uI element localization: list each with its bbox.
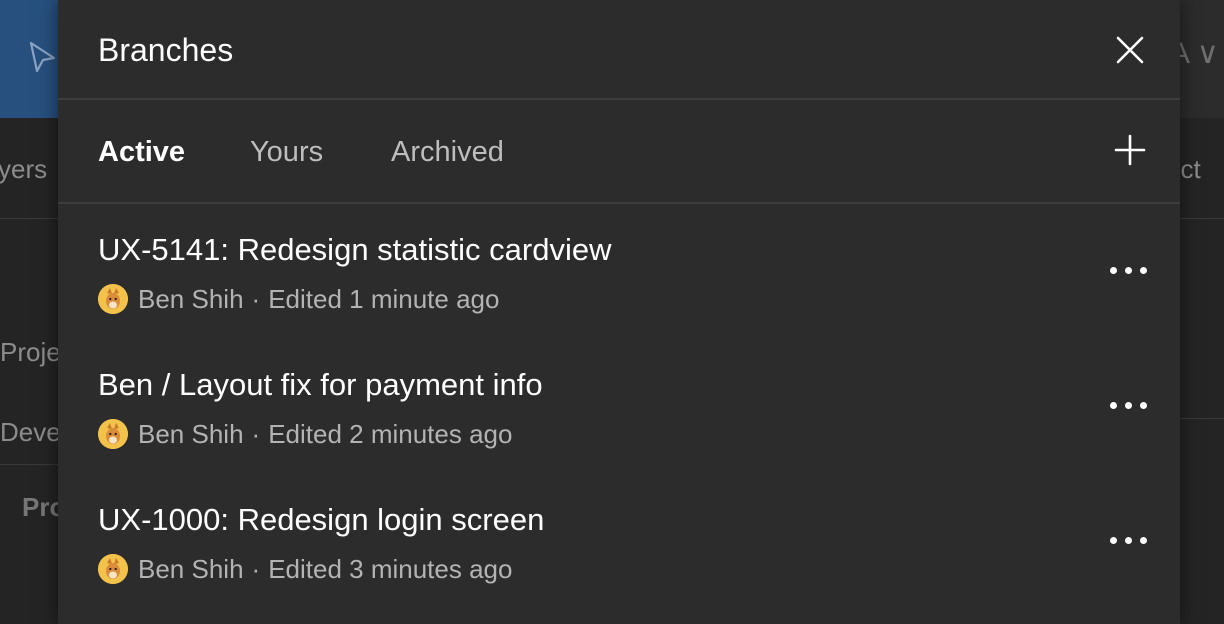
branch-title: UX-5141: Redesign statistic cardview [98, 232, 612, 267]
branches-modal: Branches Active Yours Archived UX-5141: … [58, 0, 1180, 624]
branch-item[interactable]: UX-1000: Redesign login screen Ben Shih … [58, 474, 1180, 609]
dog-avatar-icon [98, 419, 128, 449]
avatar [98, 284, 128, 314]
branch-title: Ben / Layout fix for payment info [98, 367, 543, 402]
tab-yours[interactable]: Yours [250, 134, 323, 170]
move-tool-button[interactable] [0, 0, 58, 118]
close-icon [1116, 36, 1144, 64]
meta-separator: · [251, 554, 261, 584]
dev-label: Deve [0, 417, 61, 447]
cursor-icon [29, 41, 56, 73]
branch-more-button[interactable] [1106, 526, 1152, 556]
branch-title: UX-1000: Redesign login screen [98, 502, 545, 537]
branch-more-button[interactable] [1106, 391, 1152, 421]
branch-edited-time: Edited 2 minutes ago [268, 419, 513, 449]
dog-avatar-icon [98, 284, 128, 314]
branch-meta: Ben Shih · Edited 3 minutes ago [98, 552, 512, 586]
panel-divider [1180, 418, 1224, 419]
add-branch-button[interactable] [1110, 130, 1150, 170]
branch-meta: Ben Shih · Edited 1 minute ago [98, 282, 499, 316]
dog-avatar-icon [98, 554, 128, 584]
branch-tabs: Active Yours Archived [58, 100, 1180, 204]
branch-author: Ben Shih [138, 554, 244, 584]
layers-tab-label[interactable]: yers [0, 154, 47, 185]
close-button[interactable] [1110, 30, 1150, 70]
branch-more-button[interactable] [1106, 256, 1152, 286]
plus-icon [1114, 134, 1146, 166]
panel-divider [0, 464, 60, 465]
branch-item[interactable]: Ben / Layout fix for payment info Ben Sh… [58, 339, 1180, 474]
tab-active[interactable]: Active [98, 134, 185, 170]
modal-title: Branches [98, 32, 234, 68]
branch-edited-time: Edited 1 minute ago [268, 284, 500, 314]
tab-archived[interactable]: Archived [391, 134, 504, 170]
panel-divider [0, 218, 60, 219]
meta-separator: · [251, 419, 261, 449]
project-label: Proje [0, 337, 61, 367]
modal-header: Branches [58, 0, 1180, 100]
branch-author: Ben Shih [138, 284, 244, 314]
avatar [98, 419, 128, 449]
meta-separator: · [251, 284, 261, 314]
branch-item[interactable]: UX-5141: Redesign statistic cardview Ben… [58, 204, 1180, 339]
branch-author: Ben Shih [138, 419, 244, 449]
branch-meta: Ben Shih · Edited 2 minutes ago [98, 417, 512, 451]
panel-divider [1180, 218, 1224, 219]
avatar [98, 554, 128, 584]
branch-edited-time: Edited 3 minutes ago [268, 554, 513, 584]
